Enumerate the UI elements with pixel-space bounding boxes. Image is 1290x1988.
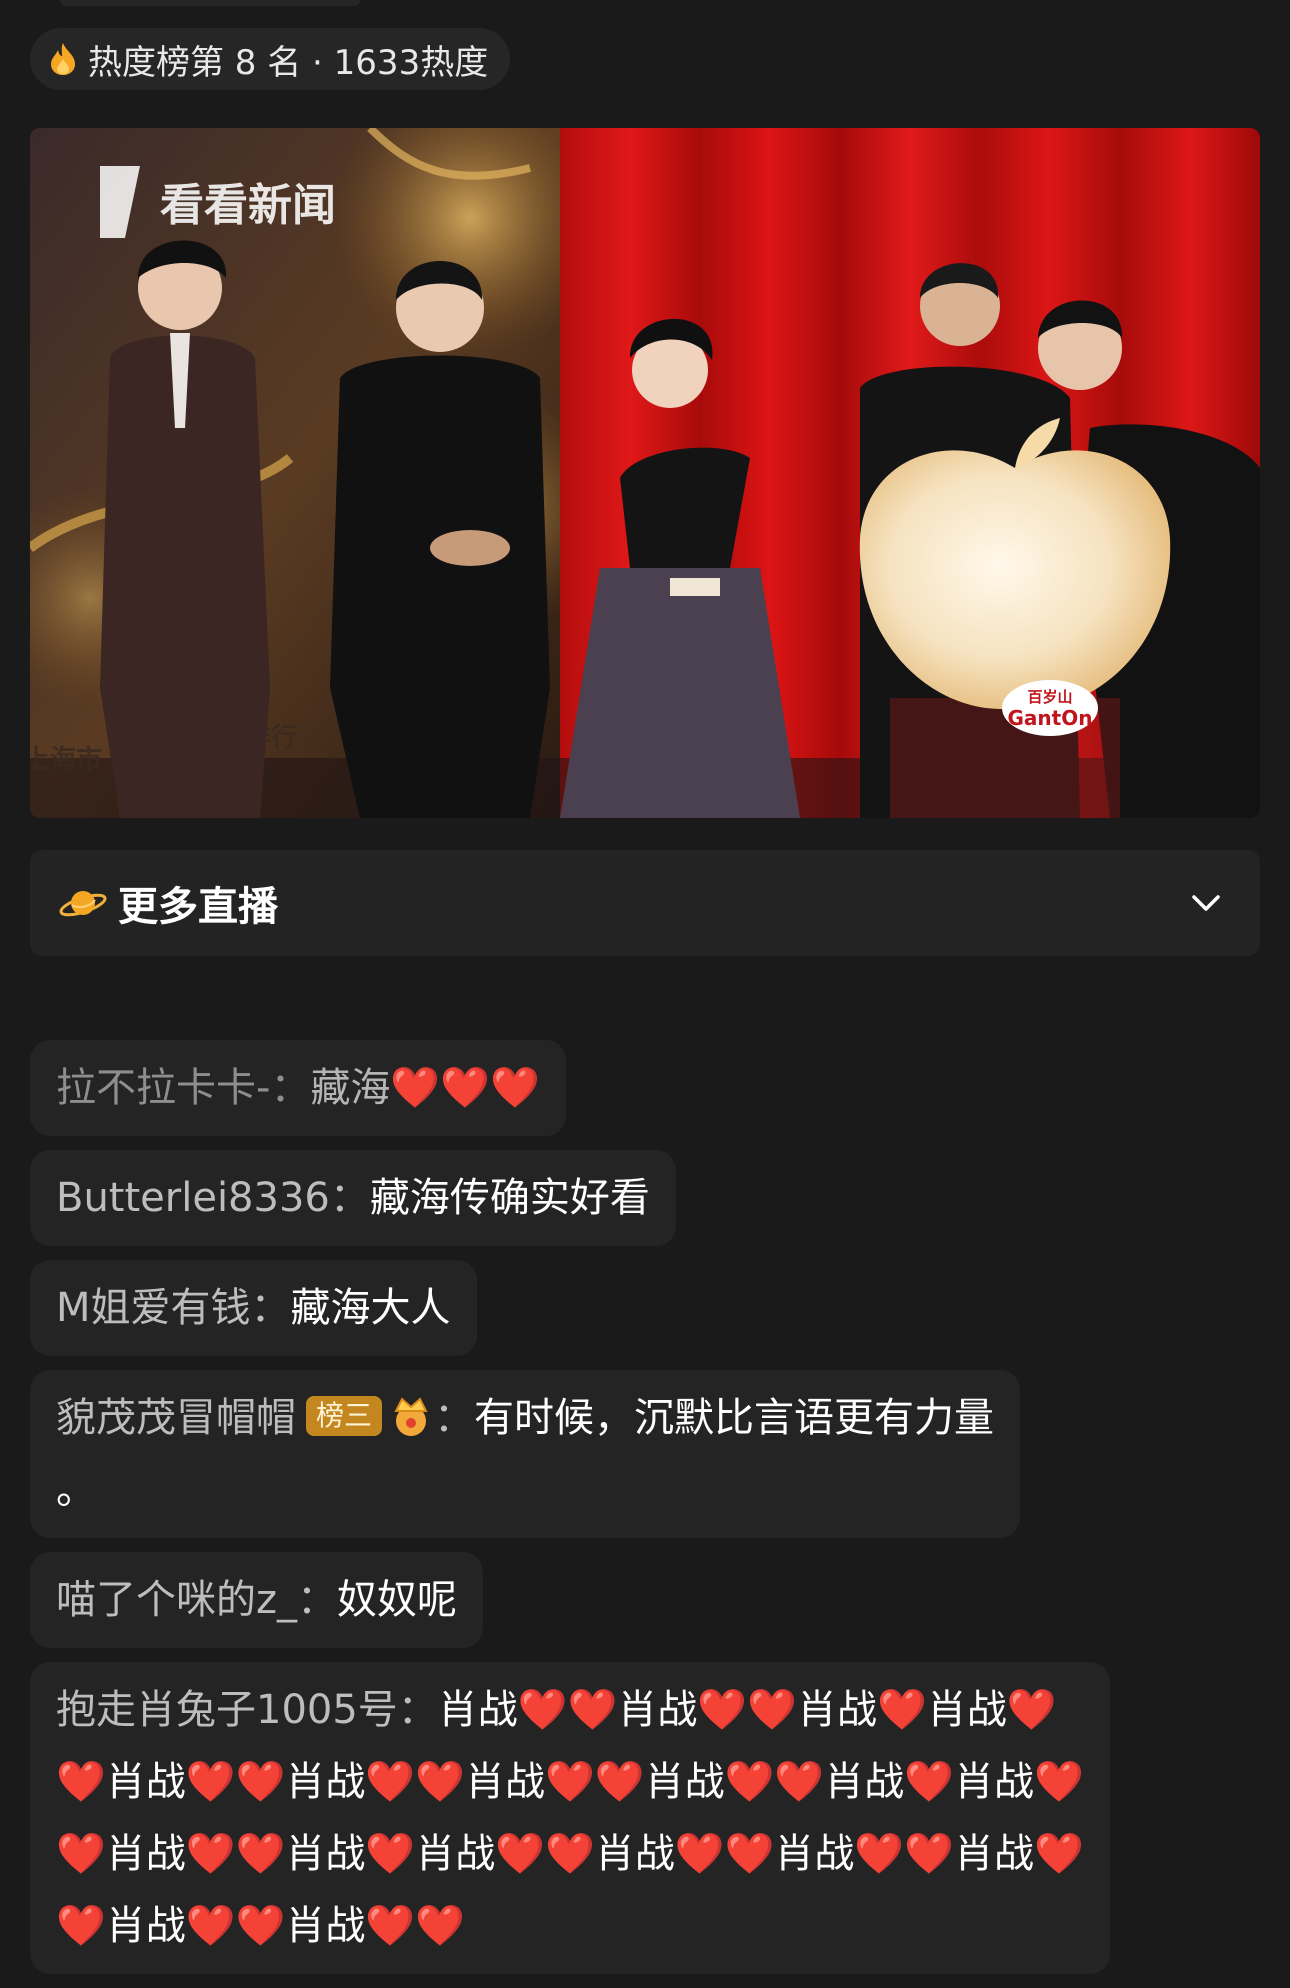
comment-separator: ：: [270, 1065, 311, 1111]
sponsor-logo: GantOn: [1008, 706, 1093, 730]
comment-separator: ：: [397, 1687, 438, 1733]
more-live-toggle[interactable]: 更多直播: [30, 850, 1260, 956]
comment-list: 拉不拉卡卡-：藏海❤️❤️❤️ Butterlei8336：藏海传确实好看 M姐…: [30, 1040, 1260, 1988]
video-banner-left: 上海市: [30, 744, 102, 775]
comment-username[interactable]: Butterlei8336: [56, 1175, 330, 1221]
comment-separator: ：: [434, 1395, 475, 1441]
comment-message: 藏海大人: [290, 1285, 451, 1331]
flame-icon: [51, 43, 75, 75]
video-watermark: 看看新闻: [160, 180, 336, 231]
crown-icon: [394, 1397, 428, 1436]
more-live-label: 更多直播: [118, 884, 278, 930]
hot-rank-text: 热度榜第 8 名 · 1633热度: [88, 42, 489, 83]
comment-separator: ：: [297, 1577, 337, 1623]
comment-username[interactable]: M姐爱有钱: [56, 1285, 251, 1331]
comment-item[interactable]: 拉不拉卡卡-：藏海❤️❤️❤️: [30, 1040, 566, 1136]
sponsor-name: 百岁山: [1027, 688, 1072, 706]
live-video-player[interactable]: 看看新闻 作行 上海市 百岁山 GantOn: [30, 128, 1260, 818]
rank-badge: 榜三: [306, 1396, 383, 1436]
previous-element-edge: [60, 0, 360, 6]
chevron-down-icon[interactable]: [1188, 885, 1224, 921]
comment-item[interactable]: 抱走肖兔子1005号：肖战❤️❤️肖战❤️❤️肖战❤️肖战❤️❤️肖战❤️❤️肖…: [30, 1662, 1110, 1974]
comment-message: 奴奴呢: [337, 1577, 457, 1623]
comment-item[interactable]: M姐爱有钱：藏海大人: [30, 1260, 477, 1356]
comment-item[interactable]: Butterlei8336：藏海传确实好看: [30, 1150, 676, 1246]
comment-item[interactable]: 貌茂茂冒帽帽 榜三 ：有时候，沉默比言语更有力量 。: [30, 1370, 1020, 1538]
comment-separator: ：: [250, 1285, 291, 1331]
comment-username[interactable]: 貌茂茂冒帽帽: [56, 1395, 296, 1441]
planet-icon: [59, 891, 107, 917]
comment-username[interactable]: 拉不拉卡卡-: [56, 1065, 270, 1111]
hot-rank-badge[interactable]: 热度榜第 8 名 · 1633热度: [30, 28, 511, 90]
comment-separator: ：: [329, 1175, 370, 1221]
comment-message: 藏海❤️❤️❤️: [310, 1065, 540, 1111]
comment-message: 藏海传确实好看: [369, 1175, 650, 1221]
comment-item[interactable]: 喵了个咪的z_：奴奴呢: [30, 1552, 483, 1648]
comment-username[interactable]: 喵了个咪的z_: [56, 1577, 297, 1623]
comment-username[interactable]: 抱走肖兔子1005号: [56, 1687, 398, 1733]
